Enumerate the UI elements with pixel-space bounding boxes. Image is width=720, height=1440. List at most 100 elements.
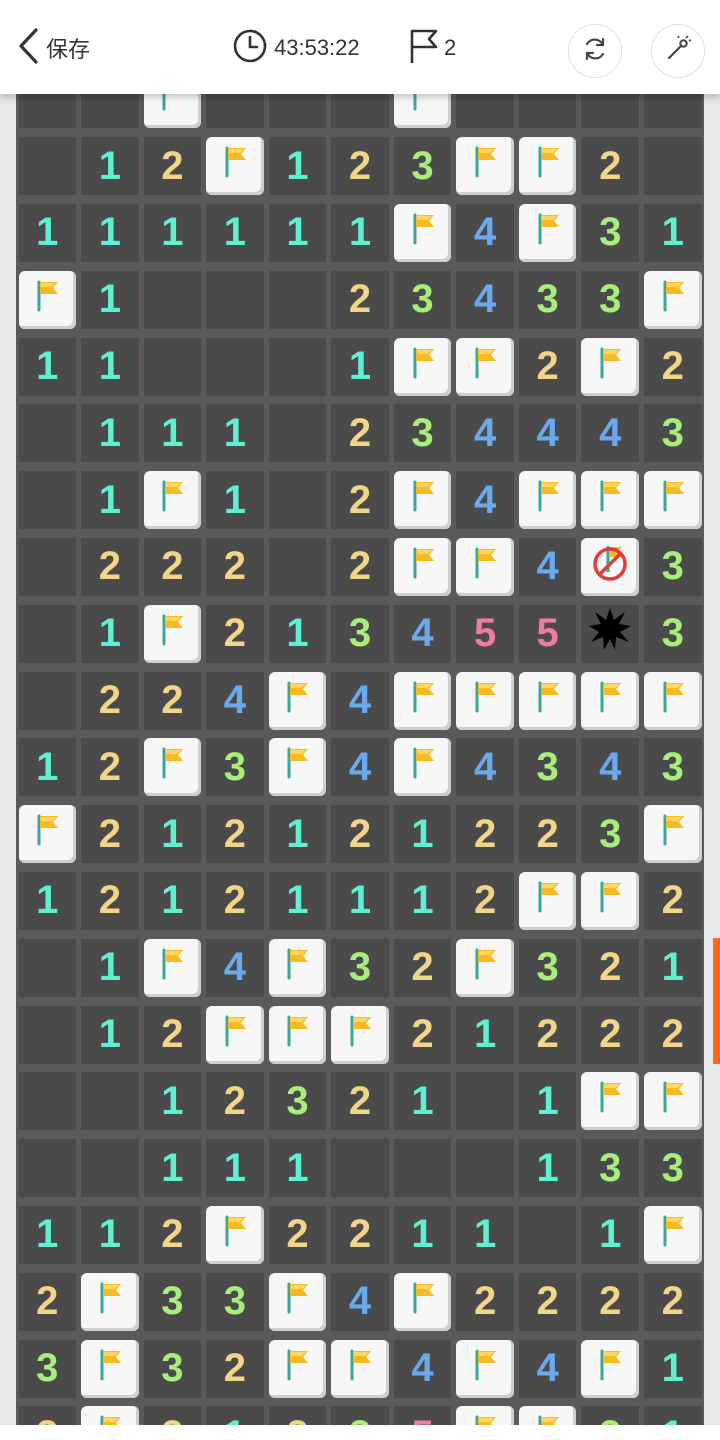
cell-number[interactable]: 1 — [81, 337, 139, 396]
cell-number[interactable]: 2 — [331, 537, 389, 596]
cell-number[interactable]: 2 — [456, 805, 514, 864]
cell-empty[interactable] — [206, 337, 264, 396]
cell-number[interactable]: 2 — [206, 1339, 264, 1398]
cell-number[interactable]: 5 — [518, 604, 577, 663]
cell-number[interactable]: 2 — [393, 938, 452, 997]
cell-number[interactable]: 3 — [643, 738, 702, 797]
cell-number[interactable]: 2 — [518, 805, 577, 864]
cell-number[interactable]: 1 — [268, 871, 327, 930]
cell-flagged[interactable] — [456, 938, 514, 997]
cell-number[interactable]: 4 — [456, 270, 514, 329]
cell-number[interactable]: 2 — [643, 337, 702, 396]
cell-empty[interactable] — [143, 337, 202, 396]
cell-empty[interactable] — [518, 94, 577, 129]
cell-empty[interactable] — [268, 337, 327, 396]
cell-flagged[interactable] — [268, 1339, 327, 1398]
cell-flagged[interactable] — [518, 203, 577, 262]
cell-flagged[interactable] — [581, 1339, 639, 1398]
cell-number[interactable]: 3 — [581, 203, 639, 262]
cell-number[interactable]: 2 — [643, 1272, 702, 1331]
cell-number[interactable]: 2 — [206, 537, 264, 596]
cell-number[interactable]: 3 — [643, 537, 702, 596]
restart-button[interactable] — [568, 24, 622, 78]
cell-number[interactable]: 4 — [456, 404, 514, 463]
cell-number[interactable]: 2 — [581, 137, 639, 196]
cell-empty[interactable] — [643, 94, 702, 129]
cell-number[interactable]: 1 — [206, 1406, 264, 1425]
cell-number[interactable]: 2 — [206, 871, 264, 930]
cell-number[interactable]: 1 — [643, 1339, 702, 1398]
cell-empty[interactable] — [268, 537, 327, 596]
cell-number[interactable]: 2 — [143, 1406, 202, 1425]
cell-flagged[interactable] — [81, 1339, 139, 1398]
cell-number[interactable]: 2 — [81, 537, 139, 596]
cell-empty[interactable] — [18, 938, 77, 997]
cell-flagged[interactable] — [643, 270, 702, 329]
cell-number[interactable]: 4 — [581, 738, 639, 797]
cell-number[interactable]: 3 — [581, 805, 639, 864]
cell-number[interactable]: 2 — [268, 1406, 327, 1425]
cell-flagged[interactable] — [143, 938, 202, 997]
cell-flagged[interactable] — [206, 1005, 264, 1064]
cell-number[interactable]: 2 — [18, 1272, 77, 1331]
cell-number[interactable]: 1 — [143, 871, 202, 930]
cell-number[interactable]: 3 — [268, 1072, 327, 1131]
cell-number[interactable]: 2 — [393, 1005, 452, 1064]
cell-number[interactable]: 4 — [331, 738, 389, 797]
cell-empty[interactable] — [268, 270, 327, 329]
cell-flagged[interactable] — [268, 1272, 327, 1331]
cell-number[interactable]: 2 — [518, 1005, 577, 1064]
cell-number[interactable]: 1 — [518, 1072, 577, 1131]
cell-empty[interactable] — [18, 137, 77, 196]
cell-number[interactable]: 1 — [268, 1139, 327, 1198]
cell-number[interactable]: 4 — [518, 1339, 577, 1398]
cell-number[interactable]: 1 — [331, 203, 389, 262]
cell-number[interactable]: 1 — [81, 1005, 139, 1064]
cell-flagged[interactable] — [143, 738, 202, 797]
cell-empty[interactable] — [18, 1072, 77, 1131]
cell-flagged[interactable] — [18, 805, 77, 864]
cell-flagged[interactable] — [456, 337, 514, 396]
cell-flagged[interactable] — [456, 1406, 514, 1425]
cell-number[interactable]: 2 — [331, 270, 389, 329]
cell-empty[interactable] — [18, 94, 77, 129]
cell-number[interactable]: 4 — [456, 738, 514, 797]
cell-flagged[interactable] — [643, 471, 702, 530]
cell-flagged[interactable] — [456, 537, 514, 596]
cell-empty[interactable] — [18, 1139, 77, 1198]
cell-number[interactable]: 1 — [18, 337, 77, 396]
cell-number[interactable]: 2 — [143, 137, 202, 196]
cell-empty[interactable] — [18, 604, 77, 663]
cell-number[interactable]: 3 — [518, 938, 577, 997]
cell-flagged[interactable] — [393, 738, 452, 797]
cell-number[interactable]: 2 — [331, 1072, 389, 1131]
cell-empty[interactable] — [206, 94, 264, 129]
cell-number[interactable]: 1 — [268, 604, 327, 663]
cell-number[interactable]: 1 — [18, 738, 77, 797]
cell-number[interactable]: 2 — [581, 1005, 639, 1064]
cell-flagged[interactable] — [581, 671, 639, 730]
cell-flagged[interactable] — [393, 94, 452, 129]
cell-number[interactable]: 2 — [206, 604, 264, 663]
cell-number[interactable]: 2 — [206, 805, 264, 864]
cell-empty[interactable] — [18, 471, 77, 530]
cell-empty[interactable] — [268, 471, 327, 530]
cell-empty[interactable] — [18, 1005, 77, 1064]
cell-number[interactable]: 1 — [456, 1005, 514, 1064]
cell-number[interactable]: 1 — [143, 1139, 202, 1198]
scrollbar-thumb[interactable] — [713, 938, 720, 1064]
cell-number[interactable]: 4 — [456, 203, 514, 262]
cell-number[interactable]: 2 — [143, 671, 202, 730]
cell-number[interactable]: 2 — [581, 1272, 639, 1331]
cell-flagged[interactable] — [268, 738, 327, 797]
cell-number[interactable]: 1 — [18, 1205, 77, 1264]
cell-number[interactable]: 4 — [518, 537, 577, 596]
cell-flagged[interactable] — [268, 1005, 327, 1064]
cell-number[interactable]: 2 — [331, 1205, 389, 1264]
cell-number[interactable]: 1 — [331, 871, 389, 930]
cell-flagged[interactable] — [268, 938, 327, 997]
cell-number[interactable]: 1 — [18, 871, 77, 930]
cell-empty[interactable] — [643, 137, 702, 196]
cell-flagged[interactable] — [456, 1339, 514, 1398]
cell-number[interactable]: 1 — [206, 1139, 264, 1198]
